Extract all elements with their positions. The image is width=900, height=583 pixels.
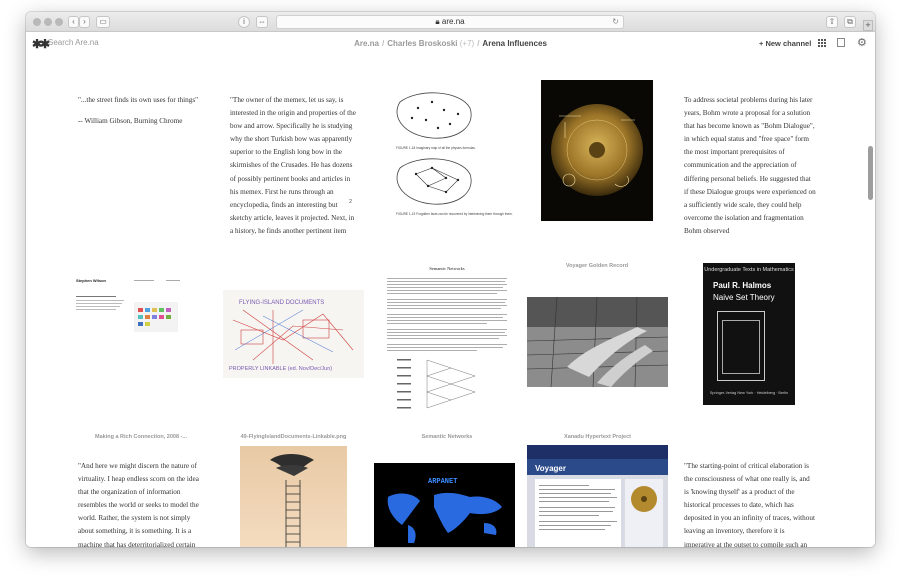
book-series: Undergraduate Texts in Mathematics [704,267,794,273]
book-title: Naive Set Theory [713,293,775,302]
tabs-button[interactable]: ⧉ [844,16,856,28]
breadcrumb-separator: / [477,39,480,48]
image-block-tower-tree[interactable] [240,446,347,547]
desktop: ‹ › ▭ i ⇔ 🔒︎ are.na ↻ ⇧ ⧉ + ✱✱ Search Ar… [0,0,900,583]
sidebar-toggle-button[interactable]: ▭ [96,16,110,28]
voyager-website-image: Voyager [527,445,668,547]
image-block-voyager-record[interactable] [541,80,653,221]
block-text: "...the street finds its own uses for th… [78,96,199,104]
book-cover-inner-frame [722,320,760,374]
image-block-semantic-networks[interactable]: Semantic Networks [381,264,513,424]
block-title: Xanadu Hypertext Project [564,434,631,440]
app-header: ✱✱ Search Are.na Are.na / Charles Broskosk… [26,32,875,56]
semantic-networks-page-image: Semantic Networks [387,266,507,409]
block-text: To address societal problems during his … [684,96,816,235]
text-block[interactable]: "The starting-point of critical elaborat… [684,460,816,547]
more-text-indicator[interactable]: 2 [349,199,352,205]
image-block-rich-connection[interactable]: Stephen Wilson [74,272,208,342]
channel-grid: "...the street finds its own uses for th… [26,56,875,547]
breadcrumb-root[interactable]: Are.na [354,39,379,48]
breadcrumb-separator: / [382,39,385,48]
grid-view-icon[interactable] [818,39,826,47]
page-content: ✱✱ Search Are.na Are.na / Charles Broskosk… [26,32,875,547]
back-button[interactable]: ‹ [68,16,79,28]
settings-gear-icon[interactable]: ⚙ [857,36,867,49]
figure-caption: FIGURE 1-19 Forgotten facts can be recov… [396,212,513,216]
reload-icon[interactable]: ↻ [612,16,619,28]
golden-record-image [551,104,643,196]
document-heading: Stephen Wilson [76,278,107,283]
browser-window: ‹ › ▭ i ⇔ 🔒︎ are.na ↻ ⇧ ⧉ + ✱✱ Search Ar… [26,12,875,547]
address-url: are.na [441,17,465,26]
book-publisher: Springer-Verlag New York · Heidelberg · … [709,391,789,395]
text-block[interactable]: "...the street finds its own uses for th… [78,94,213,134]
text-block[interactable]: "And here we might discern the nature of… [78,460,206,547]
image-block-physics-map[interactable]: FIGURE 1-18 Imaginary map of all the phy… [388,88,526,226]
lock-icon: 🔒︎ [435,17,440,26]
text-block[interactable]: "The owner of the memex, let us say, is … [230,94,358,240]
breadcrumb-collaborators[interactable]: (+7) [460,39,474,48]
block-text: "And here we might discern the nature of… [78,462,199,547]
breadcrumb-user[interactable]: Charles Broskoski [387,39,457,48]
image-block-voyager-site[interactable]: Voyager [527,445,668,547]
document-screenshot-image: Stephen Wilson [76,278,180,332]
block-title: 49-FlyingIslandDocuments-Linkable.png [240,434,347,440]
new-channel-button[interactable]: + New channel [759,39,811,48]
arpanet-map-image: ARPANET [374,463,515,547]
figure-caption: FIGURE 1-18 Imaginary map of all the phy… [396,146,476,150]
sketch-label: FLYING-ISLAND DOCUMENTS [239,300,324,306]
list-view-icon[interactable] [837,38,845,47]
block-text: "The owner of the memex, let us say, is … [230,96,356,235]
breadcrumb-channel[interactable]: Arena Influences [482,39,546,48]
close-window-button[interactable] [33,18,41,26]
arpanet-title: ARPANET [428,478,457,486]
minimize-window-button[interactable] [44,18,52,26]
forward-button[interactable]: › [79,16,90,28]
voyager-site-header: Voyager [535,464,566,473]
image-block-arpanet[interactable]: ARPANET [374,463,515,547]
new-tab-button[interactable]: + [863,20,873,31]
address-bar[interactable]: 🔒︎ are.na ↻ [276,15,624,29]
block-attribution: -- William Gibson, Burning Chrome [78,117,183,126]
document-heading: Semantic Networks [429,266,465,271]
image-block-flying-island[interactable]: FLYING-ISLAND DOCUMENTS PROPERLY LINKABL… [223,290,364,378]
book-cover-frame [717,311,765,381]
xanadu-photo-image [527,297,668,387]
physics-map-image: FIGURE 1-18 Imaginary map of all the phy… [396,92,513,216]
book-author: Paul R. Halmos [713,281,772,290]
block-title: Semantic Networks [421,434,473,440]
info-icon[interactable]: i [238,16,250,28]
image-block-xanadu[interactable] [527,297,668,387]
sketch-image: FLYING-ISLAND DOCUMENTS PROPERLY LINKABL… [229,300,354,372]
sketch-label: PROPERLY LINKABLE (ed. Nov/Dec/Jun) [229,366,332,372]
extensions-icon[interactable]: ⇔ [256,16,268,28]
breadcrumb: Are.na / Charles Broskoski (+7) / Arena Infl… [26,39,875,48]
block-text: "The starting-point of critical elaborat… [684,462,815,547]
image-block-naive-set-theory[interactable]: Undergraduate Texts in Mathematics Paul … [703,263,795,405]
block-title: Voyager Golden Record [565,263,629,269]
browser-toolbar: ‹ › ▭ i ⇔ 🔒︎ are.na ↻ ⇧ ⧉ + [26,12,875,32]
zoom-window-button[interactable] [55,18,63,26]
tower-tree-photo-image [240,446,347,547]
share-button[interactable]: ⇧ [826,16,838,28]
block-title: Making a Rich Connection, 2008 -... [95,434,187,440]
text-block[interactable]: To address societal problems during his … [684,94,816,240]
